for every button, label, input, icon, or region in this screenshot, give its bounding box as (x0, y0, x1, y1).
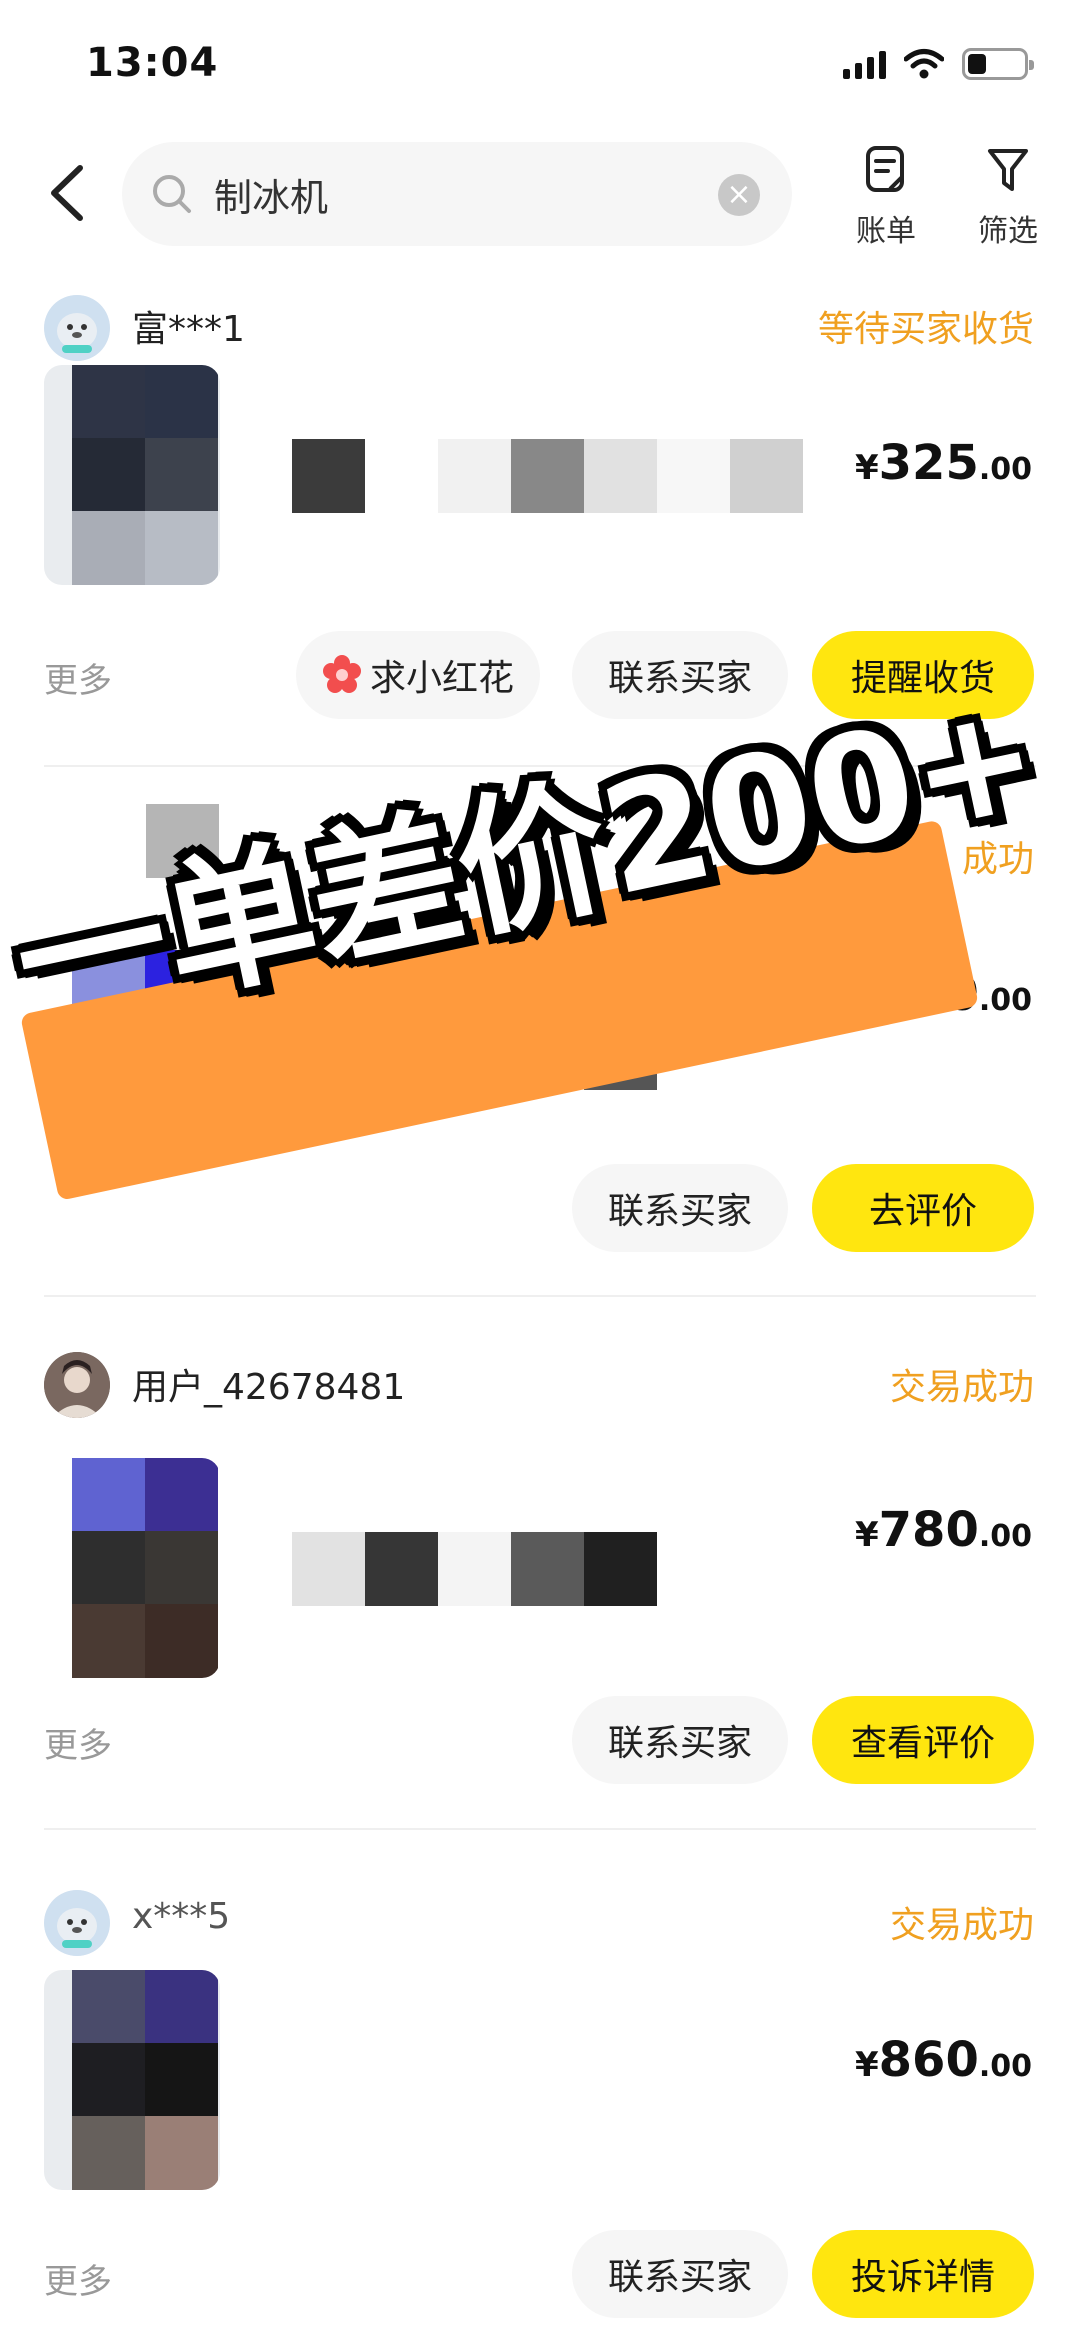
bill-button[interactable]: 账单 (836, 142, 936, 250)
review-button[interactable]: 去评价 (812, 1164, 1034, 1252)
status-bar: 13:04 (0, 0, 1080, 130)
order-status: 交易成功 (889, 1905, 1034, 1946)
order-card: 用户_42678481 交易成功 ¥780.00 更多 联系买家 查看评价 (0, 1320, 1080, 1830)
clear-search-button[interactable]: × (718, 174, 760, 216)
avatar[interactable] (44, 1352, 110, 1418)
search-input[interactable]: 制冰机 × (122, 142, 792, 246)
product-thumbnail[interactable] (44, 1970, 220, 2190)
flower-label: 求小红花 (369, 658, 514, 699)
order-price: ¥860.00 (854, 2032, 1032, 2088)
wifi-icon (904, 49, 944, 79)
more-link[interactable]: 更多 (44, 1718, 112, 1767)
view-review-button[interactable]: 查看评价 (812, 1696, 1034, 1784)
seller-name: x***5 (132, 1896, 231, 1937)
signal-icon (843, 49, 886, 79)
search-query: 制冰机 (214, 175, 329, 220)
contact-buyer-button[interactable]: 联系买家 (572, 2230, 788, 2318)
complaint-details-button[interactable]: 投诉详情 (812, 2230, 1034, 2318)
status-icons (843, 48, 1034, 80)
search-icon (153, 175, 191, 213)
flower-button[interactable]: 求小红花 (296, 631, 540, 719)
bill-icon (866, 146, 904, 192)
avatar[interactable] (44, 1890, 110, 1956)
order-status: 交易成功 (889, 1367, 1034, 1408)
filter-button[interactable]: 筛选 (958, 142, 1058, 250)
chevron-left-icon (51, 165, 83, 221)
bill-label: 账单 (856, 214, 916, 249)
seal-avatar-icon (44, 1890, 110, 1956)
filter-icon (988, 149, 1028, 191)
seller-name: 富***1 (132, 309, 245, 350)
product-title-redacted (292, 1532, 657, 1606)
user-photo-icon (44, 1352, 110, 1418)
more-link[interactable]: 更多 (44, 653, 112, 702)
product-thumbnail[interactable] (44, 1458, 220, 1678)
back-button[interactable] (40, 158, 100, 228)
product-title-redacted (292, 439, 803, 513)
battery-icon (962, 48, 1034, 80)
search-header: 制冰机 × 账单 筛选 (0, 130, 1080, 260)
seal-avatar-icon (44, 295, 110, 361)
order-card: x***5 交易成功 ¥860.00 更多 联系买家 投诉详情 (0, 1850, 1080, 2337)
more-link[interactable]: 更多 (44, 2254, 112, 2303)
seller-name: 用户_42678481 (132, 1367, 406, 1408)
order-price: ¥325.00 (854, 435, 1032, 491)
order-status: 等待买家收货 (817, 309, 1034, 350)
divider (44, 1295, 1036, 1297)
product-thumbnail[interactable] (44, 365, 220, 585)
order-price: ¥780.00 (854, 1502, 1032, 1558)
filter-label: 筛选 (978, 214, 1038, 249)
contact-buyer-button[interactable]: 联系买家 (572, 1164, 788, 1252)
red-flower-icon (322, 655, 361, 693)
status-time: 13:04 (86, 40, 219, 86)
divider (44, 1828, 1036, 1830)
avatar[interactable] (44, 295, 110, 361)
contact-buyer-button[interactable]: 联系买家 (572, 1696, 788, 1784)
